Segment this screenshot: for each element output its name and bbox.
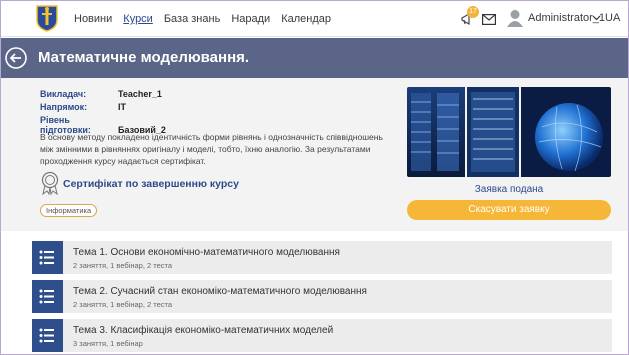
page-title: Математичне моделювання. [38,49,250,66]
topic-item[interactable]: Тема 1. Основи економічно-математичного … [32,241,612,274]
topic-meta: 2 заняття, 1 вебінар, 2 теста [73,261,173,270]
topic-meta: 2 заняття, 1 вебінар, 2 теста [73,300,173,309]
topic-title: Тема 3. Класифікація економіко-математич… [73,325,334,336]
topic-title: Тема 1. Основи економічно-математичного … [73,247,340,258]
nav-item-calendar[interactable]: Календар [281,12,331,26]
mail-icon[interactable] [482,14,496,25]
app-frame: Новини Курси База знань Наради Календар … [0,0,629,355]
main-nav: Новини Курси База знань Наради Календар [74,12,342,26]
cancel-application-button[interactable]: Скасувати заявку [407,200,611,220]
top-navigation: Новини Курси База знань Наради Календар … [1,1,628,37]
course-cover-image [407,87,611,177]
chevron-down-icon[interactable] [592,13,601,22]
teacher-value: Teacher_1 [118,89,162,99]
nav-item-knowledge-base[interactable]: База знань [164,12,220,26]
kyiv-coat-of-arms-logo[interactable] [36,4,58,32]
teacher-row: Викладач: Teacher_1 [40,89,162,99]
nav-item-meetings[interactable]: Наради [231,12,270,26]
certificate-badge-icon [41,171,59,195]
language-switcher[interactable]: UA [605,12,620,24]
teacher-label: Викладач: [40,89,87,99]
application-status: Заявка подана [474,184,544,195]
notification-count-badge: 17 [467,6,479,18]
list-icon [32,319,63,352]
certificate-label: Сертифікат по завершенню курсу [63,178,239,190]
back-arrow-icon[interactable] [5,47,27,69]
course-info-panel: Викладач: Teacher_1 Напрямок: IT Рівень пі… [1,78,628,231]
direction-label: Напрямок: [40,102,88,112]
user-avatar-icon[interactable] [507,9,523,27]
direction-value: IT [118,102,126,112]
topic-meta: 3 заняття, 1 вебінар [73,339,143,348]
subject-tag[interactable]: Інформатика [40,204,98,217]
topic-item[interactable]: Тема 3. Класифікація економіко-математич… [32,319,612,352]
topic-item[interactable]: Тема 2. Сучасний стан економіко-математи… [32,280,612,313]
list-icon [32,241,63,274]
course-title-bar: Математичне моделювання. [1,38,628,78]
direction-row: Напрямок: IT [40,102,126,112]
list-icon [32,280,63,313]
course-description: В основу методу покладено ідентичність ф… [40,132,383,166]
nav-item-courses[interactable]: Курси [123,12,153,26]
nav-item-news[interactable]: Новини [74,12,112,26]
topic-title: Тема 2. Сучасний стан економіко-математи… [73,286,367,297]
